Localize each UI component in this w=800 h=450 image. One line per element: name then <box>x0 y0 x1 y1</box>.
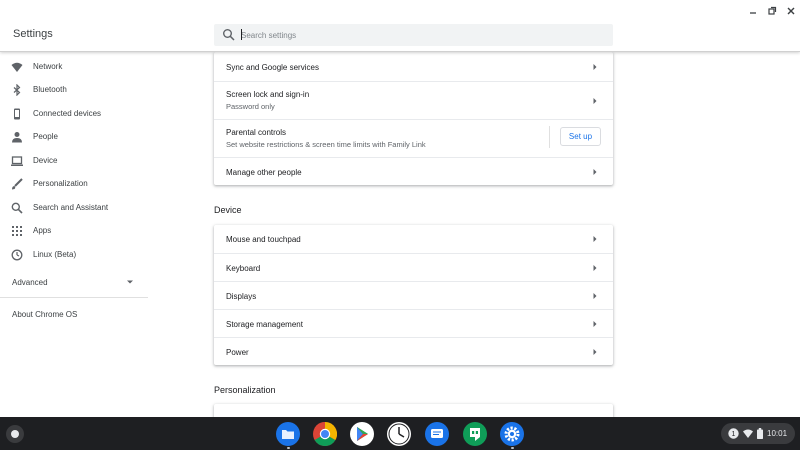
brush-icon <box>12 178 23 190</box>
section-title-device: Device <box>214 205 242 215</box>
sidebar: Network Bluetooth Connected devices Peop… <box>0 52 148 417</box>
sidebar-item-people[interactable]: People <box>0 126 148 148</box>
sidebar-item-device[interactable]: Device <box>0 150 148 172</box>
launcher-button[interactable] <box>6 425 24 443</box>
close-icon[interactable] <box>784 4 798 18</box>
sidebar-item-label: Device <box>33 156 58 165</box>
sidebar-item-bluetooth[interactable]: Bluetooth <box>0 79 148 101</box>
files-icon[interactable] <box>276 422 300 446</box>
sidebar-item-search-and-assistant[interactable]: Search and Assistant <box>0 197 148 219</box>
row-title: Power <box>226 348 249 357</box>
laptop-icon <box>11 156 23 166</box>
phone-icon <box>14 108 20 120</box>
chevron-right-icon <box>593 293 597 299</box>
play-store-icon[interactable] <box>350 422 374 446</box>
shelf: 1 10:01 <box>0 417 800 450</box>
svg-text:1: 1 <box>732 431 736 438</box>
row-title: Screen lock and sign-in <box>226 90 310 99</box>
wifi-icon <box>743 429 753 438</box>
chevron-right-icon <box>593 321 597 327</box>
row-subtitle: Password only <box>226 102 275 111</box>
row-manage-other-people[interactable]: Manage other people <box>214 157 613 185</box>
sidebar-item-label: Linux (Beta) <box>33 250 77 259</box>
bluetooth-icon <box>13 84 21 96</box>
battery-icon <box>757 428 763 439</box>
row-parental-controls: Parental controls Set website restrictio… <box>214 119 613 157</box>
people-card: Sync and Google services Screen lock and… <box>214 52 613 185</box>
status-tray[interactable]: 1 10:01 <box>721 423 795 444</box>
search-input[interactable] <box>241 27 601 43</box>
notification-icon: 1 <box>728 428 739 439</box>
sidebar-item-label: Personalization <box>33 179 88 188</box>
row-title: Parental controls <box>226 128 287 137</box>
launcher-icon <box>11 430 19 438</box>
text-cursor <box>241 29 242 40</box>
clock-icon[interactable] <box>387 422 411 446</box>
row-title: Displays <box>226 292 257 301</box>
running-indicator <box>511 447 514 449</box>
header-bar: Settings <box>0 0 800 52</box>
row-sync-google-services[interactable]: Sync and Google services <box>214 52 613 81</box>
device-card: Mouse and touchpad Keyboard Displays Sto… <box>214 225 613 365</box>
sidebar-item-personalization[interactable]: Personalization <box>0 173 148 195</box>
sidebar-item-label: Bluetooth <box>33 85 67 94</box>
sidebar-item-linux[interactable]: Linux (Beta) <box>0 244 148 266</box>
clock-time: 10:01 <box>767 429 788 438</box>
running-indicator <box>287 447 290 449</box>
sidebar-item-connected-devices[interactable]: Connected devices <box>0 103 148 125</box>
linux-icon <box>11 249 23 261</box>
row-power[interactable]: Power <box>214 337 613 365</box>
row-title: Storage management <box>226 320 303 329</box>
chevron-right-icon <box>593 236 597 242</box>
sidebar-item-apps[interactable]: Apps <box>0 220 148 242</box>
sidebar-item-label: Connected devices <box>33 109 102 118</box>
settings-icon[interactable] <box>500 422 524 446</box>
app-title: Settings <box>13 28 53 40</box>
chevron-right-icon <box>593 64 597 70</box>
row-screen-lock[interactable]: Screen lock and sign-in Password only <box>214 81 613 119</box>
wifi-icon <box>11 62 23 72</box>
sidebar-divider <box>0 297 148 298</box>
sidebar-item-label: People <box>33 132 58 141</box>
minimize-icon[interactable] <box>746 4 760 18</box>
row-title: Keyboard <box>226 264 261 273</box>
messages-icon[interactable] <box>425 422 449 446</box>
row-mouse-touchpad[interactable]: Mouse and touchpad <box>214 225 613 253</box>
chevron-right-icon <box>593 349 597 355</box>
sidebar-item-label: Network <box>33 62 63 71</box>
sidebar-item-about[interactable]: About Chrome OS <box>12 310 77 319</box>
divider <box>549 126 550 148</box>
chrome-icon[interactable] <box>313 422 337 446</box>
row-title: Manage other people <box>226 168 302 177</box>
maximize-icon[interactable] <box>765 4 779 18</box>
advanced-toggle[interactable]: Advanced <box>0 274 148 290</box>
chevron-right-icon <box>593 265 597 271</box>
sidebar-item-label: Apps <box>33 226 52 235</box>
chevron-right-icon <box>593 98 597 104</box>
search-box[interactable] <box>214 24 613 46</box>
apps-grid-icon <box>12 226 22 236</box>
search-icon <box>11 202 23 214</box>
row-title: Mouse and touchpad <box>226 235 301 244</box>
section-title-personalization: Personalization <box>214 385 276 395</box>
row-storage-management[interactable]: Storage management <box>214 309 613 337</box>
chevron-down-icon <box>127 280 133 284</box>
row-title: Sync and Google services <box>226 63 319 72</box>
chevron-right-icon <box>593 169 597 175</box>
row-keyboard[interactable]: Keyboard <box>214 253 613 281</box>
search-icon <box>223 29 235 41</box>
sidebar-item-label: Search and Assistant <box>33 203 109 212</box>
hangouts-icon[interactable] <box>463 422 487 446</box>
set-up-button[interactable]: Set up <box>560 127 601 146</box>
person-icon <box>12 132 22 143</box>
advanced-label: Advanced <box>12 278 48 287</box>
sidebar-item-network[interactable]: Network <box>0 56 148 78</box>
row-subtitle: Set website restrictions & screen time l… <box>226 140 426 149</box>
row-displays[interactable]: Displays <box>214 281 613 309</box>
